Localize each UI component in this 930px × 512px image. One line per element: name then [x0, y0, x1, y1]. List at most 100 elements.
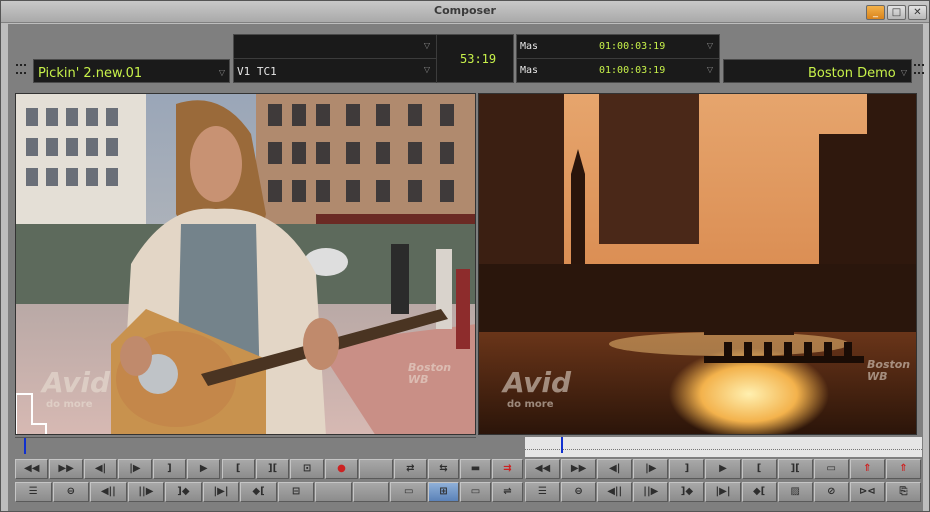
right-row1-button-6[interactable]: [ [741, 459, 777, 479]
timecode-panel: Mas 01:00:03:19 ▽ Mas 01:00:03:19 ▽ [516, 34, 720, 83]
left-row2-button-2[interactable]: ◀|| [90, 482, 127, 502]
left-row2-button-5[interactable]: |▶| [202, 482, 240, 502]
timecode-value: 01:00:03:19 [599, 65, 666, 76]
left-row2-button-10[interactable]: ▭ [390, 482, 427, 502]
chevron-down-icon: ▽ [218, 68, 225, 77]
right-row2-button-8[interactable]: ⊘ [813, 482, 849, 502]
left-row1-button-6[interactable]: [ [221, 459, 255, 479]
left-row1-button-2[interactable]: ◀| [83, 459, 118, 479]
left-row1-button-9[interactable]: ● [324, 459, 359, 479]
channel-logo: Boston WB [408, 361, 452, 386]
center-tool-button-0[interactable]: ⇆ [428, 459, 459, 479]
chevron-down-icon: ▽ [423, 41, 430, 50]
avid-watermark-sub: do more [46, 399, 93, 410]
left-row1-button-1[interactable]: ▶▶ [49, 459, 83, 479]
left-row2-button-4[interactable]: ]◆ [165, 482, 202, 502]
minimize-button[interactable]: _ [866, 5, 885, 20]
right-row2-button-10[interactable]: ⎘ [885, 482, 921, 502]
source-clip-name: Pickin' 2.new.01 [38, 66, 143, 81]
timecode-row-1[interactable]: Mas 01:00:03:19 ▽ [517, 35, 719, 59]
track-label: V1 TC1 [237, 65, 277, 78]
center-tool-button-2[interactable]: ⇉ [492, 459, 523, 479]
duration-display: 53:19 [460, 52, 497, 66]
right-row1-button-2[interactable]: ◀| [597, 459, 633, 479]
right-row2-button-4[interactable]: ]◆ [669, 482, 705, 502]
center-tools-row-1: ⇆ ▬ ⇉ [428, 459, 525, 479]
record-sequence-menu[interactable]: Boston Demo ▽ [723, 59, 912, 83]
left-row1-button-11[interactable]: ⇄ [393, 459, 427, 479]
record-ticks [525, 449, 922, 451]
center-tool-button-1[interactable]: ▬ [460, 459, 491, 479]
avid-watermark: Avid [503, 366, 572, 399]
center-tc-row-2[interactable]: V1 TC1 ▽ [234, 59, 436, 83]
center-tool-button-3[interactable]: ⊞ [428, 482, 459, 502]
left-row2-button-3[interactable]: ||▶ [127, 482, 165, 502]
close-button[interactable]: ✕ [908, 5, 927, 20]
left-row1-button-3[interactable]: |▶ [118, 459, 152, 479]
source-menu-icon[interactable] [16, 62, 26, 74]
right-row1-button-3[interactable]: |▶ [633, 459, 669, 479]
timecode-value: 01:00:03:19 [599, 41, 666, 52]
left-row2-button-6[interactable]: ◆[ [240, 482, 277, 502]
center-tool-button-5[interactable]: ⇌ [492, 482, 523, 502]
left-row2-button-0[interactable]: ☰ [15, 482, 52, 502]
record-monitor[interactable]: Avid do more Boston WB [478, 93, 917, 435]
chevron-down-icon: ▽ [423, 65, 430, 74]
composer-body: Pickin' 2.new.01 ▽ ▽ V1 TC1 ▽ 53:19 Mas … [8, 24, 924, 511]
record-transport-row-2: ☰ ⊖ ◀|| ||▶]◆ |▶| ◆[▨ ⊘ ⊳⊲ ⎘ [525, 482, 922, 502]
title-bar[interactable]: Composer _ □ ✕ [1, 1, 929, 23]
source-playhead[interactable] [24, 438, 26, 454]
left-row1-button-4[interactable]: ] [152, 459, 187, 479]
right-row1-button-5[interactable]: ▶ [705, 459, 741, 479]
right-row2-button-7[interactable]: ▨ [777, 482, 813, 502]
composer-window: Composer _ □ ✕ Pickin' 2.new.01 ▽ ▽ V1 T… [0, 0, 930, 512]
right-row1-button-0[interactable]: ◀◀ [525, 459, 561, 479]
left-row1-button-0[interactable]: ◀◀ [15, 459, 49, 479]
left-row1-button-10[interactable] [359, 459, 393, 479]
source-transport-row-2: ☰ ⊖ ◀|| ||▶]◆ |▶| ◆[⊟ ▭ [15, 482, 428, 502]
chevron-down-icon: ▽ [706, 65, 713, 74]
center-tools-row-2: ⊞ ▭ ⇌ [428, 482, 525, 502]
right-row2-button-2[interactable]: ◀|| [597, 482, 633, 502]
avid-watermark: Avid [42, 366, 111, 399]
maximize-button[interactable]: □ [887, 5, 906, 20]
timecode-label: Mas [520, 65, 539, 76]
center-tool-button-4[interactable]: ▭ [460, 482, 491, 502]
source-transport-row-1: ◀◀ ▶▶ ◀| |▶] ▶[][⊡ ● ⇄ [15, 459, 428, 479]
center-tc-panel: ▽ V1 TC1 ▽ 53:19 [233, 34, 514, 83]
left-row2-button-8[interactable] [315, 482, 352, 502]
record-sequence-name: Boston Demo [808, 66, 896, 81]
source-clip-menu[interactable]: Pickin' 2.new.01 ▽ [33, 59, 230, 83]
right-row1-button-4[interactable]: ] [669, 459, 705, 479]
chevron-down-icon: ▽ [706, 41, 713, 50]
center-tc-row-1[interactable]: ▽ [234, 35, 436, 59]
record-menu-icon[interactable] [914, 62, 924, 74]
left-row2-button-1[interactable]: ⊖ [52, 482, 90, 502]
left-row2-button-9[interactable] [352, 482, 390, 502]
right-row1-button-8[interactable]: ▭ [813, 459, 849, 479]
window-title: Composer [434, 4, 496, 17]
divider [436, 35, 437, 83]
right-row2-button-0[interactable]: ☰ [525, 482, 561, 502]
left-row1-button-7[interactable]: ][ [255, 459, 290, 479]
record-playhead[interactable] [561, 437, 563, 453]
left-row1-button-5[interactable]: ▶ [187, 459, 221, 479]
record-position-bar[interactable] [525, 437, 922, 457]
left-row2-button-7[interactable]: ⊟ [277, 482, 315, 502]
avid-watermark-sub: do more [507, 399, 554, 410]
right-row1-button-10[interactable]: ⇑ [885, 459, 921, 479]
right-row1-button-1[interactable]: ▶▶ [561, 459, 597, 479]
right-row1-button-7[interactable]: ][ [777, 459, 813, 479]
source-monitor[interactable]: Avid do more Boston WB [15, 93, 476, 435]
right-row2-button-5[interactable]: |▶| [705, 482, 741, 502]
timecode-row-2[interactable]: Mas 01:00:03:19 ▽ [517, 59, 719, 83]
channel-logo: Boston WB [867, 358, 911, 383]
right-row1-button-9[interactable]: ⇑ [849, 459, 885, 479]
chevron-down-icon: ▽ [900, 68, 907, 77]
right-row2-button-1[interactable]: ⊖ [561, 482, 597, 502]
left-row1-button-8[interactable]: ⊡ [290, 459, 324, 479]
right-row2-button-6[interactable]: ◆[ [741, 482, 777, 502]
source-position-bar[interactable] [15, 437, 476, 457]
right-row2-button-9[interactable]: ⊳⊲ [849, 482, 885, 502]
right-row2-button-3[interactable]: ||▶ [633, 482, 669, 502]
